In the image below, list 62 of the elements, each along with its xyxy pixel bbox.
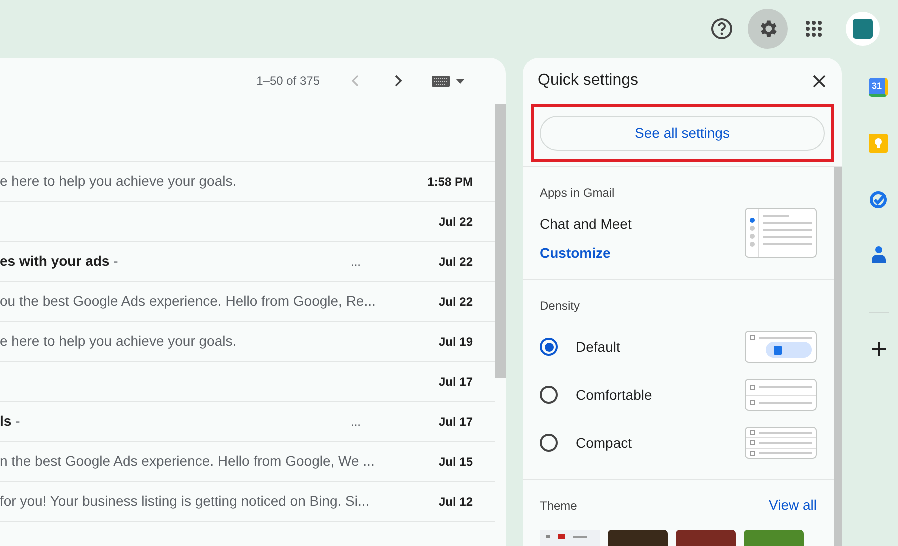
grid-dots-icon [805,20,823,38]
email-date: Jul 22 [438,214,473,230]
email-date: Jul 19 [438,334,473,350]
email-date: Jul 17 [438,374,473,390]
email-row[interactable]: ls - ... Jul 17 [0,402,495,442]
settings-button[interactable] [748,9,788,49]
email-date: Jul 22 [438,254,473,270]
density-preview-drawing [745,331,817,363]
density-option-label: Comfortable [576,386,652,404]
panel-title: Quick settings [538,71,638,91]
scrollbar-thumb[interactable] [834,167,842,546]
email-date: 1:58 PM [426,174,473,190]
email-row[interactable]: Jul 17 [0,362,495,402]
plus-icon[interactable] [870,341,886,357]
radio-button[interactable] [540,338,558,356]
ellipsis-text: ... [350,254,361,270]
density-option-label: Default [576,338,620,356]
see-all-settings-button[interactable]: See all settings [540,116,825,150]
email-snippet: n the best Google Ads experience. Hello from Google, We ... [0,452,376,471]
chat-layout-preview-drawing [745,208,817,258]
apps-label: Chat and Meet [540,215,632,234]
email-row[interactable]: n the best Google Ads experience. Hello from Google, We ... Jul 15 [0,442,495,482]
radio-button[interactable] [540,434,558,452]
email-date: Jul 12 [438,494,473,510]
keyboard-icon [432,76,450,86]
help-icon [711,18,733,40]
email-snippet: e here to help you achieve your goals. [0,172,238,191]
density-preview-drawing [745,379,817,411]
scrollbar-thumb[interactable] [495,104,506,378]
section-heading: Density [540,298,582,315]
email-row[interactable]: ou the best Google Ads experience. Hello from Google, Re... Jul 22 [0,282,495,322]
email-date: Jul 22 [438,294,473,310]
email-date: Jul 15 [438,454,473,470]
email-row[interactable]: e here to help you achieve your goals. 1:58 PM [0,162,495,202]
calendar-icon[interactable]: 31 [869,78,888,97]
density-option-label: Compact [576,434,632,453]
email-snippet: for you! Your business listing is getting noticed on Bing. Si... [0,492,371,511]
email-date: Jul 17 [438,414,473,430]
email-row[interactable]: e here to help you achieve your goals. Jul 19 [0,322,495,362]
radio-button[interactable] [540,386,558,404]
email-snippet: es with your ads - [0,252,120,271]
customize-link[interactable]: Customize [540,243,632,264]
caret-icon [456,78,465,84]
person-icon[interactable] [872,246,886,263]
section-heading: Theme [540,498,578,514]
pagination-text: 1–50 of 375 [256,73,320,90]
input-tools-button[interactable] [432,76,465,86]
chevron-left-icon [351,75,359,87]
email-snippet: e here to help you achieve your goals. [0,332,238,351]
checkmark-circle-icon[interactable] [869,190,888,209]
email-snippet: ls - [0,412,22,431]
email-row[interactable]: Jul 22 [0,202,495,242]
email-snippet: ou the best Google Ads experience. Hello from Google, Re... [0,292,377,311]
email-row[interactable]: for you! Your business listing is getting noticed on Bing. Si... Jul 12 [0,482,495,522]
chevron-right-icon [395,75,403,87]
ellipsis-text: ... [350,414,361,430]
account-avatar[interactable] [846,12,880,46]
section-heading: Apps in Gmail [540,185,616,202]
close-icon [812,74,826,88]
view-all-link[interactable]: View all [769,495,817,516]
density-preview-drawing [745,427,817,459]
email-row[interactable]: es with your ads - ... Jul 22 [0,242,495,282]
